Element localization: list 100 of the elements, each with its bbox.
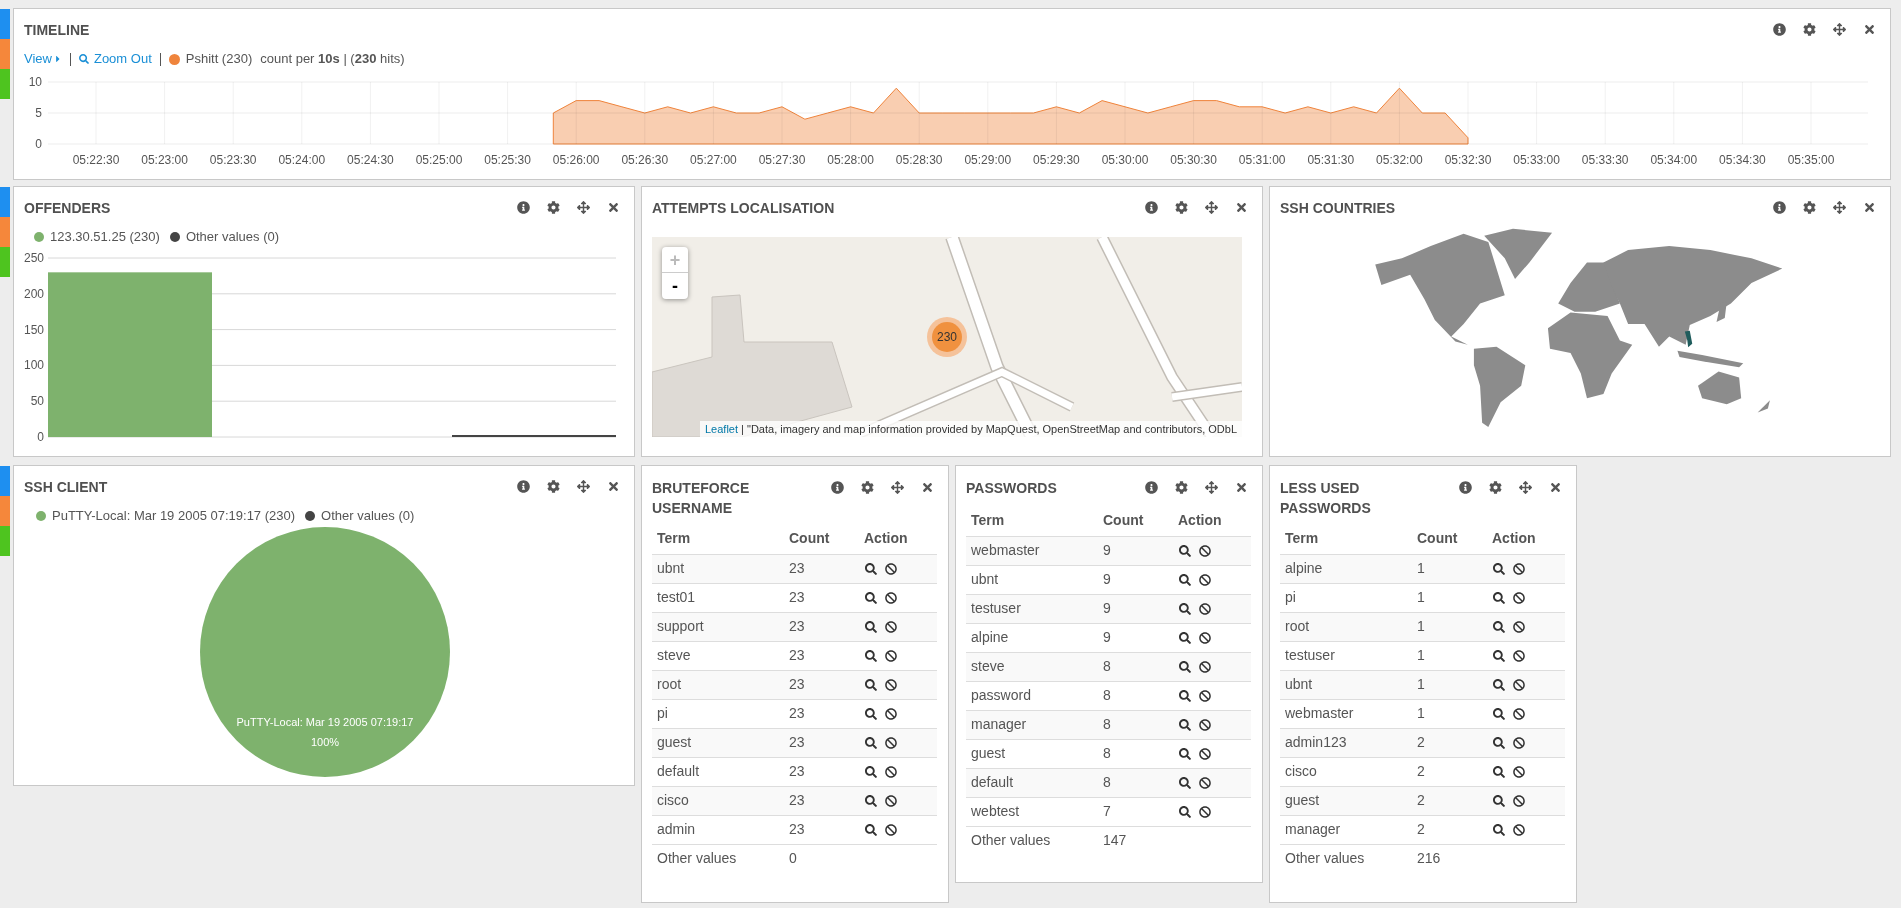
ban-icon[interactable]: [1513, 620, 1525, 633]
ban-icon[interactable]: [885, 794, 897, 807]
search-icon[interactable]: [865, 678, 877, 691]
search-icon[interactable]: [1493, 620, 1505, 633]
legend-label[interactable]: Other values (0): [321, 506, 415, 526]
ban-icon[interactable]: [1199, 631, 1211, 644]
search-icon[interactable]: [865, 794, 877, 807]
search-icon[interactable]: [865, 736, 877, 749]
legend-label[interactable]: 123.30.51.25 (230): [50, 227, 160, 247]
info-icon[interactable]: [1145, 481, 1158, 494]
ban-icon[interactable]: [1513, 649, 1525, 662]
ban-icon[interactable]: [1199, 660, 1211, 673]
close-icon[interactable]: [1235, 481, 1248, 494]
close-icon[interactable]: [1863, 23, 1876, 36]
search-icon[interactable]: [865, 765, 877, 778]
zoom-out-button[interactable]: -: [662, 273, 688, 299]
search-icon[interactable]: [1493, 562, 1505, 575]
search-icon[interactable]: [1493, 765, 1505, 778]
settings-icon[interactable]: [861, 481, 874, 494]
info-icon[interactable]: [1145, 201, 1158, 214]
move-icon[interactable]: [577, 480, 590, 493]
ban-icon[interactable]: [1513, 591, 1525, 604]
ban-icon[interactable]: [1513, 707, 1525, 720]
ban-icon[interactable]: [1513, 562, 1525, 575]
search-icon[interactable]: [1179, 631, 1191, 644]
info-icon[interactable]: [517, 201, 530, 214]
legend-label[interactable]: PuTTY-Local: Mar 19 2005 07:19:17 (230): [52, 506, 296, 526]
search-icon[interactable]: [1493, 823, 1505, 836]
search-icon[interactable]: [1493, 678, 1505, 691]
ban-icon[interactable]: [1199, 689, 1211, 702]
settings-icon[interactable]: [1175, 201, 1188, 214]
ban-icon[interactable]: [1513, 823, 1525, 836]
search-icon[interactable]: [1179, 573, 1191, 586]
settings-icon[interactable]: [547, 201, 560, 214]
search-icon[interactable]: [865, 649, 877, 662]
move-icon[interactable]: [1205, 481, 1218, 494]
ban-icon[interactable]: [885, 649, 897, 662]
legend-label[interactable]: Other values (0): [185, 227, 280, 247]
move-icon[interactable]: [1833, 23, 1846, 36]
ban-icon[interactable]: [1513, 678, 1525, 691]
ban-icon[interactable]: [1199, 805, 1211, 818]
ban-icon[interactable]: [885, 620, 897, 633]
search-icon[interactable]: [1179, 747, 1191, 760]
leaflet-link[interactable]: Leaflet: [705, 423, 739, 435]
ban-icon[interactable]: [885, 678, 897, 691]
ban-icon[interactable]: [885, 765, 897, 778]
ban-icon[interactable]: [885, 707, 897, 720]
ban-icon[interactable]: [885, 591, 897, 604]
ban-icon[interactable]: [1199, 544, 1211, 557]
move-icon[interactable]: [1833, 201, 1846, 214]
info-icon[interactable]: [517, 480, 530, 493]
close-icon[interactable]: [1235, 201, 1248, 214]
search-icon[interactable]: [1493, 591, 1505, 604]
search-icon[interactable]: [1493, 707, 1505, 720]
view-link[interactable]: View: [24, 49, 62, 69]
settings-icon[interactable]: [1803, 23, 1816, 36]
info-icon[interactable]: [1773, 201, 1786, 214]
search-icon[interactable]: [1493, 649, 1505, 662]
move-icon[interactable]: [1519, 481, 1532, 494]
ban-icon[interactable]: [1199, 573, 1211, 586]
settings-icon[interactable]: [1175, 481, 1188, 494]
search-icon[interactable]: [865, 562, 877, 575]
search-icon[interactable]: [1179, 544, 1191, 557]
search-icon[interactable]: [1179, 718, 1191, 731]
ban-icon[interactable]: [885, 562, 897, 575]
search-icon[interactable]: [1493, 736, 1505, 749]
ban-icon[interactable]: [1513, 765, 1525, 778]
ban-icon[interactable]: [1199, 602, 1211, 615]
ban-icon[interactable]: [885, 823, 897, 836]
ban-icon[interactable]: [1199, 747, 1211, 760]
info-icon[interactable]: [831, 481, 844, 494]
ban-icon[interactable]: [1513, 794, 1525, 807]
move-icon[interactable]: [1205, 201, 1218, 214]
search-icon[interactable]: [1493, 794, 1505, 807]
move-icon[interactable]: [577, 201, 590, 214]
search-icon[interactable]: [1179, 776, 1191, 789]
zoom-out-link[interactable]: Zoom Out: [78, 49, 152, 69]
ban-icon[interactable]: [1199, 718, 1211, 731]
search-icon[interactable]: [865, 823, 877, 836]
close-icon[interactable]: [607, 480, 620, 493]
close-icon[interactable]: [921, 481, 934, 494]
search-icon[interactable]: [865, 707, 877, 720]
close-icon[interactable]: [1863, 201, 1876, 214]
info-icon[interactable]: [1459, 481, 1472, 494]
close-icon[interactable]: [1549, 481, 1562, 494]
ban-icon[interactable]: [1513, 736, 1525, 749]
search-icon[interactable]: [865, 620, 877, 633]
close-icon[interactable]: [607, 201, 620, 214]
move-icon[interactable]: [891, 481, 904, 494]
search-icon[interactable]: [1179, 805, 1191, 818]
search-icon[interactable]: [865, 591, 877, 604]
settings-icon[interactable]: [1803, 201, 1816, 214]
info-icon[interactable]: [1773, 23, 1786, 36]
legend-label[interactable]: Pshitt (230): [185, 49, 253, 69]
ban-icon[interactable]: [885, 736, 897, 749]
settings-icon[interactable]: [547, 480, 560, 493]
search-icon[interactable]: [1179, 689, 1191, 702]
search-icon[interactable]: [1179, 660, 1191, 673]
ban-icon[interactable]: [1199, 776, 1211, 789]
settings-icon[interactable]: [1489, 481, 1502, 494]
